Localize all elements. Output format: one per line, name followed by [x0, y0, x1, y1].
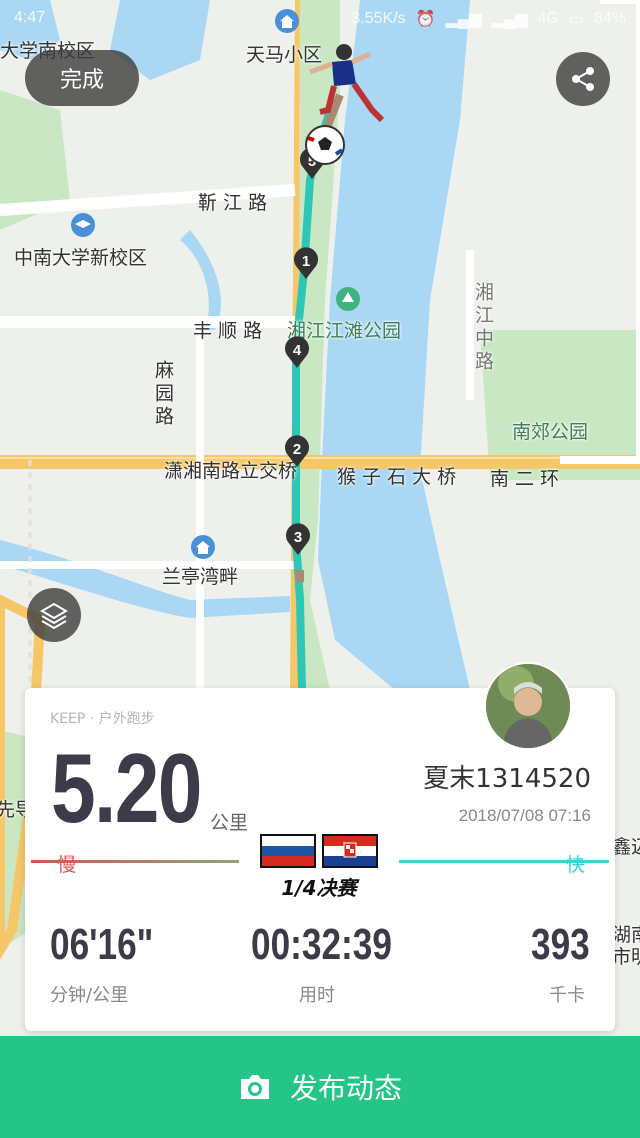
map-label-shiming: 市明 [612, 946, 640, 968]
status-bar: 4:47 3.55K/s ⏰ ▂▄▆ ▂▄▆ 4G ▭ 84% [0, 0, 640, 36]
map-label-fengshun-road: 丰 顺 路 [193, 320, 263, 342]
croatia-flag-icon [322, 834, 378, 868]
share-icon [572, 67, 594, 91]
done-button[interactable]: 完成 [25, 50, 139, 106]
quarterfinal-badge: 1/4决赛 [258, 830, 380, 900]
pace-gradient-slow [31, 860, 239, 863]
map-label-lanting: 兰亭湾畔 [162, 566, 239, 588]
layers-icon [40, 602, 68, 630]
avatar[interactable] [484, 662, 572, 750]
username[interactable]: 夏末1314520 [423, 758, 591, 795]
distance-unit: 公里 [210, 812, 249, 834]
park-tree-icon [336, 287, 360, 311]
signal-icon: ▂▄▆ [491, 11, 528, 28]
publish-label: 发布动态 [289, 1072, 402, 1105]
run-datetime: 2018/07/08 07:16 [458, 806, 591, 825]
share-button[interactable] [556, 52, 610, 106]
map-label-bridge-interchange: 潇湘南路立交桥 [164, 460, 298, 482]
pace-slow-label: 慢 [57, 854, 77, 876]
soccer-ball-icon [305, 125, 345, 165]
badge-title: 1/4决赛 [281, 876, 357, 900]
map-label-xinjin: 鑫迈 [612, 836, 640, 858]
camera-icon [240, 1075, 269, 1099]
svg-text:3: 3 [294, 529, 302, 546]
status-battery: 84% [593, 10, 626, 27]
russia-flag-icon [260, 834, 316, 868]
map-label-ring-road: 南 二 环 [490, 468, 560, 490]
school-icon [71, 213, 95, 237]
publish-button[interactable]: 发布动态 [0, 1036, 640, 1138]
km-marker-3: 3 [286, 523, 310, 555]
battery-icon: ▭ [568, 11, 584, 28]
avatar-photo [486, 664, 570, 748]
calories-label: 千卡 [549, 985, 585, 1006]
map-label-xiangjiang-road: 湘江中路 [472, 282, 494, 374]
map-label-mayuan-road: 麻园路 [152, 360, 174, 429]
distance-value: 5.20 [51, 733, 202, 843]
pace-fast-label: 快 [566, 854, 586, 876]
map-label-houzishi-bridge: 猴 子 石 大 桥 [337, 466, 457, 488]
calories-value: 393 [531, 920, 590, 969]
signal-icon: ▂▄▆ [445, 11, 482, 28]
duration-label: 用时 [299, 985, 335, 1006]
activity-source: KEEP · 户外跑步 [50, 711, 155, 727]
pace-value: 06'16" [50, 920, 154, 969]
map-label-xinjiang-road: 靳 江 路 [198, 192, 268, 214]
svg-text:2: 2 [293, 441, 301, 458]
map-label-nanjiao-park: 南郊公园 [512, 421, 589, 443]
km-marker-1: 1 [294, 247, 318, 279]
status-network: 4G [537, 10, 559, 27]
residence-icon [191, 535, 215, 559]
status-time: 4:47 [14, 9, 46, 26]
duration-value: 00:32:39 [251, 920, 392, 969]
map-layers-button[interactable] [27, 588, 81, 642]
player-figure-icon [309, 44, 385, 123]
km-marker-4: 4 [285, 336, 309, 368]
svg-text:1: 1 [302, 253, 310, 270]
alarm-icon: ⏰ [415, 11, 436, 28]
pace-label: 分钟/公里 [50, 985, 129, 1006]
map-label-zhongnan: 中南大学新校区 [14, 247, 148, 269]
svg-text:4: 4 [293, 342, 302, 359]
status-speed: 3.55K/s [351, 10, 406, 27]
km-marker-2: 2 [285, 435, 309, 467]
